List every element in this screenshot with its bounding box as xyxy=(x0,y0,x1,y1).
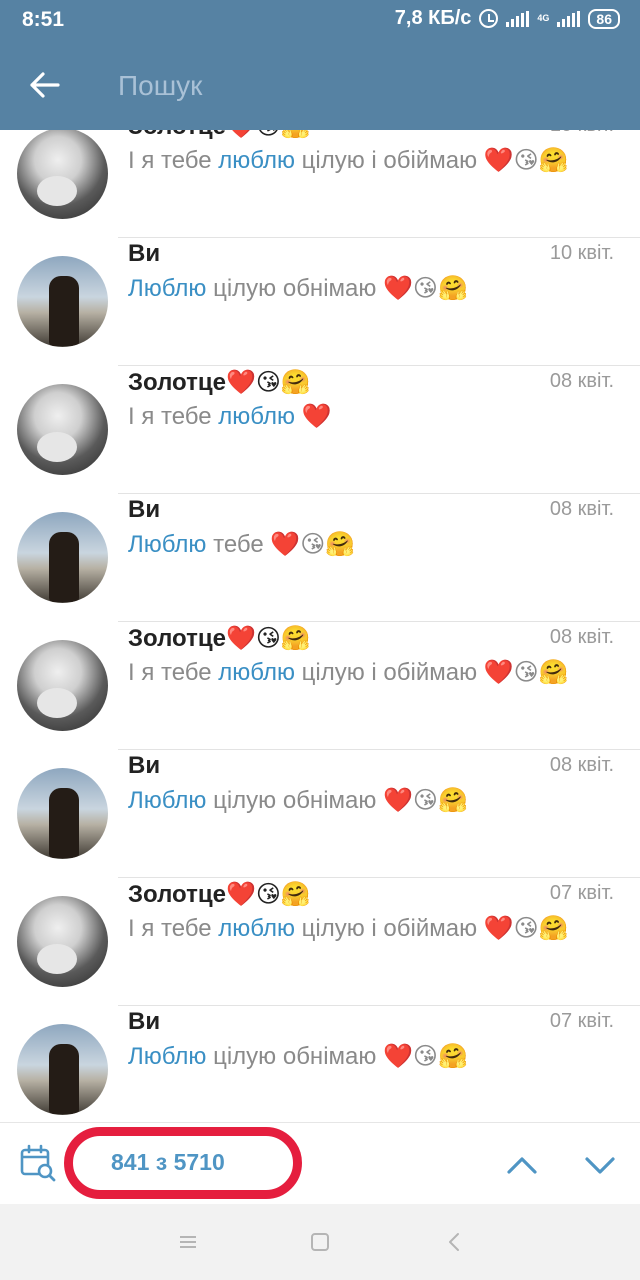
sender-name: Золотце❤️😘🤗 xyxy=(128,130,311,141)
avatar-photo xyxy=(49,276,79,346)
search-result-row[interactable]: Ви 08 квіт. Люблю тебе ❤️😘🤗 xyxy=(0,494,640,622)
back-triangle-icon xyxy=(449,1233,459,1251)
message-date: 08 квіт. xyxy=(549,626,614,648)
avatar xyxy=(17,130,108,219)
preview-text: цілую і обіймаю ❤️😘🤗 xyxy=(294,659,569,686)
calendar-search-icon xyxy=(20,1144,56,1182)
avatar xyxy=(17,640,108,731)
search-match-highlight: люблю xyxy=(218,659,295,686)
message-preview: Люблю цілую обнімаю ❤️😘🤗 xyxy=(128,274,468,303)
jump-to-date-button[interactable] xyxy=(18,1143,58,1183)
arrow-left-icon xyxy=(30,72,60,98)
message-date: 10 квіт. xyxy=(550,130,614,137)
search-match-highlight: Люблю xyxy=(128,531,207,558)
next-result-button[interactable] xyxy=(578,1143,622,1187)
search-result-row[interactable]: Ви 07 квіт. Люблю цілую обнімаю ❤️😘🤗 xyxy=(0,1006,640,1122)
avatar-photo xyxy=(49,788,79,858)
menu-icon xyxy=(180,1236,196,1248)
preview-text: І я тебе xyxy=(128,915,219,942)
message-date: 07 квіт. xyxy=(549,1010,614,1032)
status-time: 8:51 xyxy=(22,8,65,31)
preview-text: ❤️ xyxy=(294,403,332,430)
network-type: 4G xyxy=(537,13,550,23)
search-navigation-bar: 841 з 5710 xyxy=(0,1122,640,1204)
signal-icon-2 xyxy=(557,10,581,27)
search-input[interactable] xyxy=(118,66,598,106)
avatar-photo xyxy=(49,532,79,602)
search-result-row[interactable]: Золотце❤️😘🤗 08 квіт. І я тебе люблю цілую … xyxy=(0,622,640,750)
preview-text: І я тебе xyxy=(128,403,219,430)
message-preview: І я тебе люблю цілую і обіймаю ❤️😘🤗 xyxy=(128,914,569,943)
avatar-photo xyxy=(37,176,77,206)
message-preview: І я тебе люблю цілую і обіймаю ❤️😘🤗 xyxy=(128,146,569,175)
search-match-highlight: Люблю xyxy=(128,1043,207,1070)
preview-text: І я тебе xyxy=(128,659,219,686)
system-back-button[interactable] xyxy=(440,1228,468,1256)
preview-text: І я тебе xyxy=(128,147,219,174)
message-date: 07 квіт. xyxy=(549,882,614,904)
message-date: 10 квіт. xyxy=(549,242,614,264)
chevron-down-icon xyxy=(585,1157,615,1174)
preview-text: тебе ❤️😘🤗 xyxy=(206,531,356,558)
sender-name: Ви xyxy=(128,752,161,779)
avatar-photo xyxy=(37,432,77,462)
status-indicators: 7,8 КБ/с 4G 86 xyxy=(395,7,620,30)
alarm-icon xyxy=(479,9,499,28)
status-bar: 8:51 7,8 КБ/с 4G 86 xyxy=(0,0,640,40)
message-preview: Люблю цілую обнімаю ❤️😘🤗 xyxy=(128,786,468,815)
search-match-highlight: Люблю xyxy=(128,787,207,814)
previous-result-button[interactable] xyxy=(500,1143,544,1187)
home-button[interactable] xyxy=(306,1228,334,1256)
preview-text: цілую обнімаю ❤️😘🤗 xyxy=(206,787,468,814)
search-match-highlight: Люблю xyxy=(128,275,207,302)
chevron-up-icon xyxy=(507,1157,537,1174)
search-result-row[interactable]: Золотце❤️😘🤗 07 квіт. І я тебе люблю цілую … xyxy=(0,878,640,1006)
sender-name: Золотце❤️😘🤗 xyxy=(128,625,311,652)
message-date: 08 квіт. xyxy=(549,498,614,520)
sender-name: Золотце❤️😘🤗 xyxy=(128,369,311,396)
search-result-row[interactable]: Ви 08 квіт. Люблю цілую обнімаю ❤️😘🤗 xyxy=(0,750,640,878)
avatar xyxy=(17,1024,108,1115)
avatar xyxy=(17,256,108,347)
signal-icon xyxy=(506,10,530,27)
search-results-list[interactable]: Золотце❤️😘🤗 10 квіт. І я тебе люблю цілую … xyxy=(0,130,640,1122)
message-preview: Люблю цілую обнімаю ❤️😘🤗 xyxy=(128,1042,468,1071)
search-result-row[interactable]: Золотце❤️😘🤗 08 квіт. І я тебе люблю ❤️ xyxy=(0,366,640,494)
search-match-highlight: люблю xyxy=(218,403,295,430)
back-button[interactable] xyxy=(22,62,68,108)
preview-text: цілую і обіймаю ❤️😘🤗 xyxy=(294,147,569,174)
sender-name: Золотце❤️😘🤗 xyxy=(128,881,311,908)
message-preview: І я тебе люблю цілую і обіймаю ❤️😘🤗 xyxy=(128,658,569,687)
message-preview: Люблю тебе ❤️😘🤗 xyxy=(128,530,355,559)
home-icon xyxy=(311,1233,329,1251)
search-match-highlight: люблю xyxy=(218,915,295,942)
preview-text: цілую обнімаю ❤️😘🤗 xyxy=(206,275,468,302)
menu-button[interactable] xyxy=(174,1228,202,1256)
search-result-counter: 841 з 5710 xyxy=(111,1149,225,1175)
avatar-photo xyxy=(37,688,77,718)
search-result-row[interactable]: Ви 10 квіт. Люблю цілую обнімаю ❤️😘🤗 xyxy=(0,238,640,366)
avatar-photo xyxy=(49,1044,79,1114)
preview-text: цілую обнімаю ❤️😘🤗 xyxy=(206,1043,468,1070)
search-match-highlight: люблю xyxy=(218,147,295,174)
battery-level: 86 xyxy=(588,8,620,29)
avatar xyxy=(17,768,108,859)
avatar xyxy=(17,896,108,987)
app-header: 8:51 7,8 КБ/с 4G 86 xyxy=(0,0,640,130)
avatar xyxy=(17,512,108,603)
preview-text: цілую і обіймаю ❤️😘🤗 xyxy=(294,915,569,942)
avatar xyxy=(17,384,108,475)
message-date: 08 квіт. xyxy=(549,754,614,776)
avatar-photo xyxy=(37,944,77,974)
system-navigation-bar xyxy=(0,1204,640,1280)
search-action-bar xyxy=(0,40,640,130)
net-speed: 7,8 КБ/с xyxy=(394,7,472,29)
message-preview: І я тебе люблю ❤️ xyxy=(128,402,332,431)
search-result-row[interactable]: Золотце❤️😘🤗 10 квіт. І я тебе люблю цілую … xyxy=(0,130,640,238)
sender-name: Ви xyxy=(128,240,161,267)
message-date: 08 квіт. xyxy=(549,370,614,392)
sender-name: Ви xyxy=(128,496,161,523)
sender-name: Ви xyxy=(128,1008,161,1035)
